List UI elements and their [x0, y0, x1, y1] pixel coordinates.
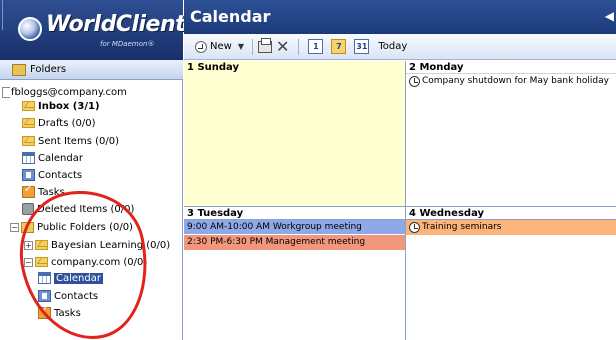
folder-tasks[interactable]: Tasks	[22, 184, 65, 200]
globe-icon	[18, 17, 42, 41]
folders-header-label: Folders	[30, 64, 67, 75]
calendar-icon	[22, 152, 35, 164]
new-button-label: New	[210, 41, 232, 52]
day-header: 4 Wednesday	[406, 207, 616, 220]
public-folders-icon	[21, 221, 34, 233]
calendar-event[interactable]: Training seminars	[406, 220, 616, 235]
collapse-toggle[interactable]: −	[24, 257, 33, 267]
folder-calendar-label: Calendar	[38, 152, 83, 164]
folder-sent-label: Sent Items (0/0)	[38, 135, 119, 147]
folder-company-calendar-label: Calendar	[54, 272, 103, 284]
calendar-icon	[38, 272, 51, 284]
folder-deleted[interactable]: Deleted Items (0/0)	[22, 201, 134, 217]
folder-company-calendar[interactable]: Calendar	[38, 270, 103, 286]
contacts-icon	[22, 169, 35, 181]
toolbar-divider	[251, 38, 253, 55]
folder-deleted-label: Deleted Items (0/0)	[37, 203, 135, 215]
folder-inbox[interactable]: Inbox (3/1)	[22, 98, 100, 114]
folder-public[interactable]: − Public Folders (0/0)	[10, 219, 133, 235]
day-header: 3 Tuesday	[184, 207, 405, 220]
folder-contacts[interactable]: Contacts	[22, 167, 82, 183]
trash-icon	[22, 203, 34, 215]
background-window-edge	[0, 0, 3, 30]
contacts-icon	[38, 290, 51, 302]
calendar-event[interactable]: Company shutdown for May bank holiday	[406, 74, 616, 89]
logo-tagline: for MDaemon®	[100, 40, 155, 48]
day-cell-wednesday[interactable]: 4 Wednesday Training seminars	[406, 207, 616, 340]
week-grid: 1 Sunday 2 Monday Company shutdown for M…	[184, 61, 616, 340]
folder-bayesian[interactable]: + Bayesian Learning (0/0)	[24, 237, 170, 253]
envelope-icon	[22, 118, 35, 128]
day-header: 1 Sunday	[184, 61, 405, 74]
day-header: 2 Monday	[406, 61, 616, 74]
folder-public-label: Public Folders (0/0)	[37, 221, 133, 233]
event-label: Training seminars	[422, 222, 502, 232]
expand-toggle[interactable]: +	[24, 240, 33, 250]
event-label: 9:00 AM-10:00 AM Workgroup meeting	[187, 221, 362, 232]
mailbox-icon	[2, 86, 10, 98]
calendar-header: Calendar ◀	[184, 0, 616, 34]
folder-pane: WorldClient for MDaemon® Folders fbloggs…	[0, 0, 186, 340]
calendar-pane: Calendar ◀ New ▼ ✕ 1 7 31 Today 1 Sunday…	[184, 0, 616, 340]
today-button[interactable]: Today	[375, 37, 410, 57]
calendar-event[interactable]: 2:30 PM-6:30 PM Management meeting	[184, 235, 405, 250]
folder-inbox-label: Inbox (3/1)	[38, 100, 100, 112]
calendar-event[interactable]: 9:00 AM-10:00 AM Workgroup meeting	[184, 220, 405, 235]
event-label: Company shutdown for May bank holiday	[422, 76, 609, 86]
envelope-icon	[35, 240, 48, 250]
envelope-icon	[35, 257, 48, 267]
folder-company-contacts-label: Contacts	[54, 290, 99, 302]
day-cell-monday[interactable]: 2 Monday Company shutdown for May bank h…	[406, 61, 616, 207]
new-button[interactable]: New ▼	[192, 37, 247, 57]
delete-icon[interactable]: ✕	[276, 37, 289, 56]
folders-header: Folders	[0, 60, 183, 80]
clock-icon	[409, 76, 420, 87]
day-cell-tuesday[interactable]: 3 Tuesday 9:00 AM-10:00 AM Workgroup mee…	[184, 207, 406, 340]
logo-brand: WorldClient	[46, 12, 186, 37]
tasks-icon	[38, 305, 51, 319]
envelope-icon	[22, 101, 35, 111]
page-title: Calendar	[190, 7, 271, 26]
week-view-button[interactable]: 7	[331, 39, 347, 54]
folder-company-contacts[interactable]: Contacts	[38, 288, 98, 304]
folder-bayesian-label: Bayesian Learning (0/0)	[51, 239, 171, 251]
clock-icon	[409, 222, 420, 233]
folders-icon	[12, 63, 26, 76]
day-cell-sunday[interactable]: 1 Sunday	[184, 61, 406, 207]
worldclient-logo: WorldClient for MDaemon®	[0, 0, 186, 60]
toolbar-divider	[298, 38, 300, 55]
chevron-down-icon[interactable]: ▼	[238, 42, 244, 51]
folder-contacts-label: Contacts	[38, 169, 83, 181]
folder-drafts-label: Drafts (0/0)	[38, 117, 96, 129]
tasks-icon	[22, 184, 35, 198]
day-view-button[interactable]: 1	[308, 39, 324, 54]
folder-sent[interactable]: Sent Items (0/0)	[22, 133, 119, 149]
folder-calendar[interactable]: Calendar	[22, 150, 83, 166]
folder-company[interactable]: − company.com (0/0)	[24, 254, 147, 270]
collapse-toggle[interactable]: −	[10, 222, 19, 232]
month-view-button[interactable]: 31	[354, 39, 370, 54]
folder-company-tasks-label: Tasks	[54, 307, 81, 319]
folder-company-label: company.com (0/0)	[51, 256, 148, 268]
account-label: fbloggs@company.com	[11, 86, 127, 98]
event-label: 2:30 PM-6:30 PM Management meeting	[187, 237, 366, 247]
folder-tasks-label: Tasks	[38, 186, 65, 198]
folder-drafts[interactable]: Drafts (0/0)	[22, 115, 96, 131]
collapse-arrow-icon[interactable]: ◀	[605, 9, 614, 23]
calendar-toolbar: New ▼ ✕ 1 7 31 Today	[184, 34, 616, 60]
envelope-icon	[22, 136, 35, 146]
print-icon[interactable]	[257, 37, 272, 53]
new-event-icon	[195, 40, 207, 53]
folder-company-tasks[interactable]: Tasks	[38, 305, 81, 321]
